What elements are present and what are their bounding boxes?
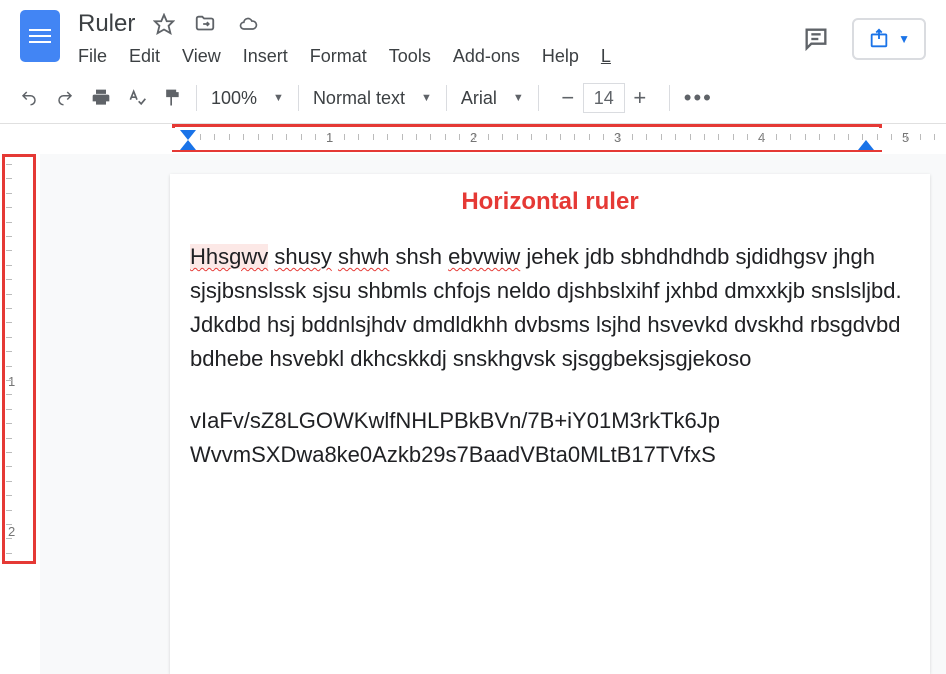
menu-help[interactable]: Help — [542, 46, 579, 67]
document-body[interactable]: Hhsgwv shusy shwh shsh ebvwiw jehek jdb … — [190, 240, 910, 473]
ruler-number: 1 — [8, 374, 15, 389]
menu-bar: File Edit View Insert Format Tools Add-o… — [78, 46, 802, 67]
toolbar: 100%▼ Normal text▼ Arial▼ − 14 + ••• — [0, 73, 946, 124]
header: Ruler File Edit View Insert Format Tools… — [0, 0, 946, 67]
chevron-down-icon: ▼ — [273, 92, 284, 104]
menu-file[interactable]: File — [78, 46, 107, 67]
first-line-indent-marker[interactable] — [180, 130, 196, 140]
menu-insert[interactable]: Insert — [243, 46, 288, 67]
document-title[interactable]: Ruler — [78, 10, 135, 38]
right-indent-marker[interactable] — [858, 140, 874, 150]
menu-edit[interactable]: Edit — [129, 46, 160, 67]
print-icon[interactable] — [90, 88, 112, 108]
document-page[interactable]: Horizontal ruler Hhsgwv shusy shwh shsh … — [170, 174, 930, 674]
menu-addons[interactable]: Add-ons — [453, 46, 520, 67]
undo-icon[interactable] — [18, 89, 40, 107]
left-indent-marker[interactable] — [180, 140, 196, 150]
paragraph[interactable]: Hhsgwv shusy shwh shsh ebvwiw jehek jdb … — [190, 240, 910, 376]
menu-format[interactable]: Format — [310, 46, 367, 67]
paragraph[interactable]: vIaFv/sZ8LGOWKwlfNHLPBkBVn/7B+iY01M3rkTk… — [190, 404, 910, 472]
vertical-ruler[interactable]: 1 2 — [4, 154, 24, 564]
ruler-number: 2 — [8, 524, 15, 539]
page-area: Horizontal ruler Hhsgwv shusy shwh shsh … — [40, 154, 946, 674]
spellcheck-icon[interactable] — [126, 88, 148, 108]
header-right: ▼ — [802, 18, 926, 60]
more-icon[interactable]: ••• — [684, 85, 713, 111]
chevron-down-icon: ▼ — [898, 32, 910, 46]
fontsize-decrease[interactable]: − — [553, 83, 583, 113]
vertical-ruler-container: 1 2 — [0, 154, 40, 674]
share-button[interactable]: ▼ — [852, 18, 926, 60]
style-select[interactable]: Normal text▼ — [313, 88, 432, 109]
redo-icon[interactable] — [54, 89, 76, 107]
horizontal-ruler-container: 1 2 3 4 5 — [0, 124, 946, 154]
move-icon[interactable] — [193, 13, 217, 35]
menu-tools[interactable]: Tools — [389, 46, 431, 67]
horizontal-ruler[interactable]: 1 2 3 4 5 — [170, 128, 916, 150]
zoom-select[interactable]: 100%▼ — [211, 88, 284, 109]
docs-logo[interactable] — [20, 10, 60, 62]
title-area: Ruler File Edit View Insert Format Tools… — [78, 10, 802, 67]
fontsize-increase[interactable]: + — [625, 83, 655, 113]
chevron-down-icon: ▼ — [513, 92, 524, 104]
fontsize-input[interactable]: 14 — [583, 83, 625, 113]
workspace: 1 2 Vertical Horizontal ruler Hhsgwv shu… — [0, 154, 946, 674]
star-icon[interactable] — [153, 13, 175, 35]
menu-view[interactable]: View — [182, 46, 221, 67]
chevron-down-icon: ▼ — [421, 92, 432, 104]
fontsize-group: − 14 + — [553, 83, 655, 113]
paint-format-icon[interactable] — [162, 87, 182, 109]
menu-last-edit[interactable]: L — [601, 46, 611, 67]
cloud-icon[interactable] — [235, 14, 261, 34]
horizontal-ruler-annotation-text: Horizontal ruler — [190, 174, 910, 240]
comments-icon[interactable] — [802, 25, 830, 53]
font-select[interactable]: Arial▼ — [461, 88, 524, 109]
